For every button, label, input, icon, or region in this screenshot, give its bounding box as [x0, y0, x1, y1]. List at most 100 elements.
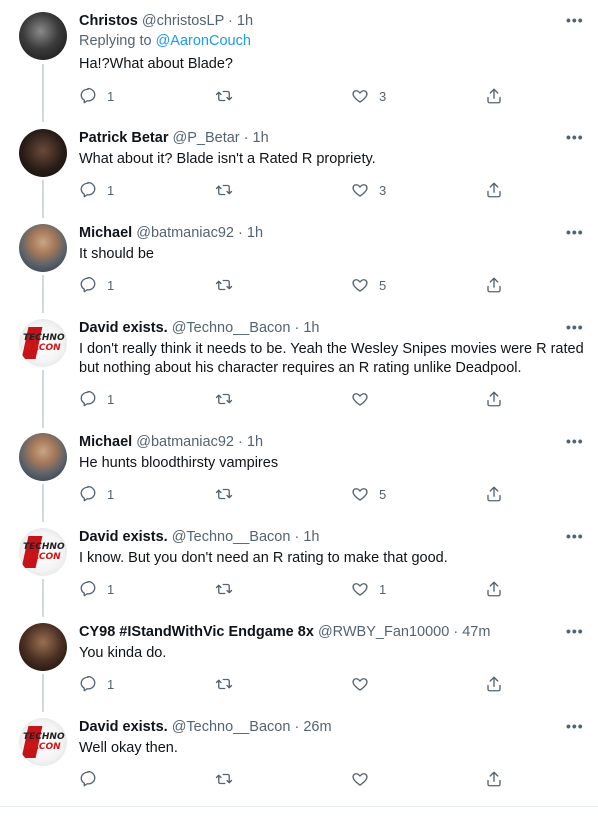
more-options-icon[interactable]: ••• [566, 12, 584, 28]
heart-icon [352, 279, 368, 292]
logo-text: TECHNO [23, 542, 65, 552]
avatar[interactable] [19, 12, 67, 60]
more-options-icon[interactable]: ••• [566, 718, 584, 734]
reply-count: 1 [107, 88, 115, 104]
more-options-icon[interactable]: ••• [566, 623, 584, 639]
tweet[interactable]: Michael @batmaniac92 · 1h ••• He hunts b… [0, 421, 596, 516]
display-name[interactable]: Michael [79, 225, 132, 241]
reply-button[interactable]: 1 [79, 180, 114, 200]
tweet-text: I don't really think it needs to be. Yea… [79, 341, 584, 376]
more-options-icon[interactable]: ••• [566, 528, 584, 544]
separator-dot: · [294, 529, 300, 545]
display-name[interactable]: CY98 #IStandWithVic Endgame 8x [79, 624, 314, 640]
tweet[interactable]: CY98 #IStandWithVic Endgame 8x @RWBY_Fan… [0, 611, 596, 706]
share-icon [487, 88, 501, 104]
like-button[interactable] [351, 389, 379, 409]
tweet-header: David exists. @Techno__Bacon · 1h [79, 528, 319, 546]
reply-button[interactable]: 1 [79, 389, 114, 409]
tweet-text: You kinda do. [79, 645, 167, 661]
reply-button[interactable]: 1 [79, 674, 114, 694]
timestamp[interactable]: 1h [253, 130, 269, 146]
share-button[interactable] [485, 484, 503, 504]
share-button[interactable] [485, 180, 503, 200]
display-name[interactable]: David exists. [79, 320, 168, 336]
retweet-icon [215, 773, 233, 785]
more-options-icon[interactable]: ••• [566, 319, 584, 335]
user-handle[interactable]: @batmaniac92 [136, 225, 234, 241]
display-name[interactable]: David exists. [79, 719, 168, 735]
share-button[interactable] [485, 674, 503, 694]
tweet[interactable]: Patrick Betar @P_Betar · 1h ••• What abo… [0, 117, 596, 212]
avatar[interactable]: TECHNO BACON [19, 319, 67, 367]
timestamp[interactable]: 1h [303, 320, 319, 336]
timestamp[interactable]: 1h [247, 225, 263, 241]
avatar[interactable]: TECHNO BACON [19, 718, 67, 766]
reply-button[interactable]: 1 [79, 275, 114, 295]
tweet[interactable]: TECHNO BACON David exists. @Techno__Baco… [0, 706, 596, 801]
tweet[interactable]: Michael @batmaniac92 · 1h ••• It should … [0, 212, 596, 307]
avatar[interactable] [19, 224, 67, 272]
share-button[interactable] [485, 275, 503, 295]
like-button[interactable] [351, 674, 379, 694]
retweet-button[interactable] [215, 579, 243, 599]
display-name[interactable]: Patrick Betar [79, 130, 168, 146]
tweet[interactable]: Christos @christosLP · 1h ••• Replying t… [0, 0, 596, 122]
more-options-icon[interactable]: ••• [566, 433, 584, 449]
more-options-icon[interactable]: ••• [566, 129, 584, 145]
display-name[interactable]: David exists. [79, 529, 168, 545]
reply-to-link[interactable]: @AaronCouch [156, 33, 251, 49]
reply-button[interactable]: 1 [79, 579, 114, 599]
action-bar: 1 [79, 389, 579, 409]
separator-dot: · [294, 320, 300, 336]
retweet-button[interactable] [215, 484, 243, 504]
reply-count: 1 [107, 581, 115, 597]
more-options-icon[interactable]: ••• [566, 224, 584, 240]
display-name[interactable]: Christos [79, 13, 138, 29]
separator-dot: · [238, 434, 243, 450]
timestamp[interactable]: 1h [237, 13, 253, 29]
share-button[interactable] [485, 86, 503, 106]
avatar[interactable]: TECHNO BACON [19, 528, 67, 576]
reply-button[interactable]: 1 [79, 484, 114, 504]
timestamp[interactable]: 26m [303, 719, 331, 735]
retweet-button[interactable] [215, 275, 243, 295]
logo-text: BACON [25, 552, 61, 562]
user-handle[interactable]: @Techno__Bacon [172, 529, 291, 545]
share-button[interactable] [485, 579, 503, 599]
avatar[interactable] [19, 623, 67, 671]
timestamp[interactable]: 47m [462, 624, 490, 640]
like-button[interactable]: 3 [351, 86, 386, 106]
retweet-icon [215, 678, 233, 690]
like-button[interactable]: 1 [351, 579, 386, 599]
like-button[interactable]: 3 [351, 180, 386, 200]
user-handle[interactable]: @batmaniac92 [136, 434, 234, 450]
user-handle[interactable]: @Techno__Bacon [172, 320, 291, 336]
like-button[interactable]: 5 [351, 484, 386, 504]
like-count: 3 [379, 88, 387, 104]
user-handle[interactable]: @christosLP [142, 13, 224, 29]
like-count: 5 [379, 277, 387, 293]
user-handle[interactable]: @RWBY_Fan10000 [318, 624, 449, 640]
tweet-header: Patrick Betar @P_Betar · 1h [79, 129, 269, 147]
reply-button[interactable] [79, 769, 107, 789]
retweet-button[interactable] [215, 389, 243, 409]
user-handle[interactable]: @P_Betar [173, 130, 240, 146]
like-button[interactable]: 5 [351, 275, 386, 295]
retweet-button[interactable] [215, 180, 243, 200]
tweet[interactable]: TECHNO BACON David exists. @Techno__Baco… [0, 516, 596, 611]
tweet[interactable]: TECHNO BACON David exists. @Techno__Baco… [0, 307, 596, 421]
like-button[interactable] [351, 769, 379, 789]
share-button[interactable] [485, 389, 503, 409]
reply-button[interactable]: 1 [79, 86, 114, 106]
timestamp[interactable]: 1h [247, 434, 263, 450]
timestamp[interactable]: 1h [303, 529, 319, 545]
avatar[interactable] [19, 129, 67, 177]
retweet-button[interactable] [215, 86, 243, 106]
separator-dot: · [228, 13, 233, 29]
avatar[interactable] [19, 433, 67, 481]
user-handle[interactable]: @Techno__Bacon [172, 719, 291, 735]
retweet-button[interactable] [215, 769, 243, 789]
share-button[interactable] [485, 769, 503, 789]
retweet-button[interactable] [215, 674, 243, 694]
display-name[interactable]: Michael [79, 434, 132, 450]
